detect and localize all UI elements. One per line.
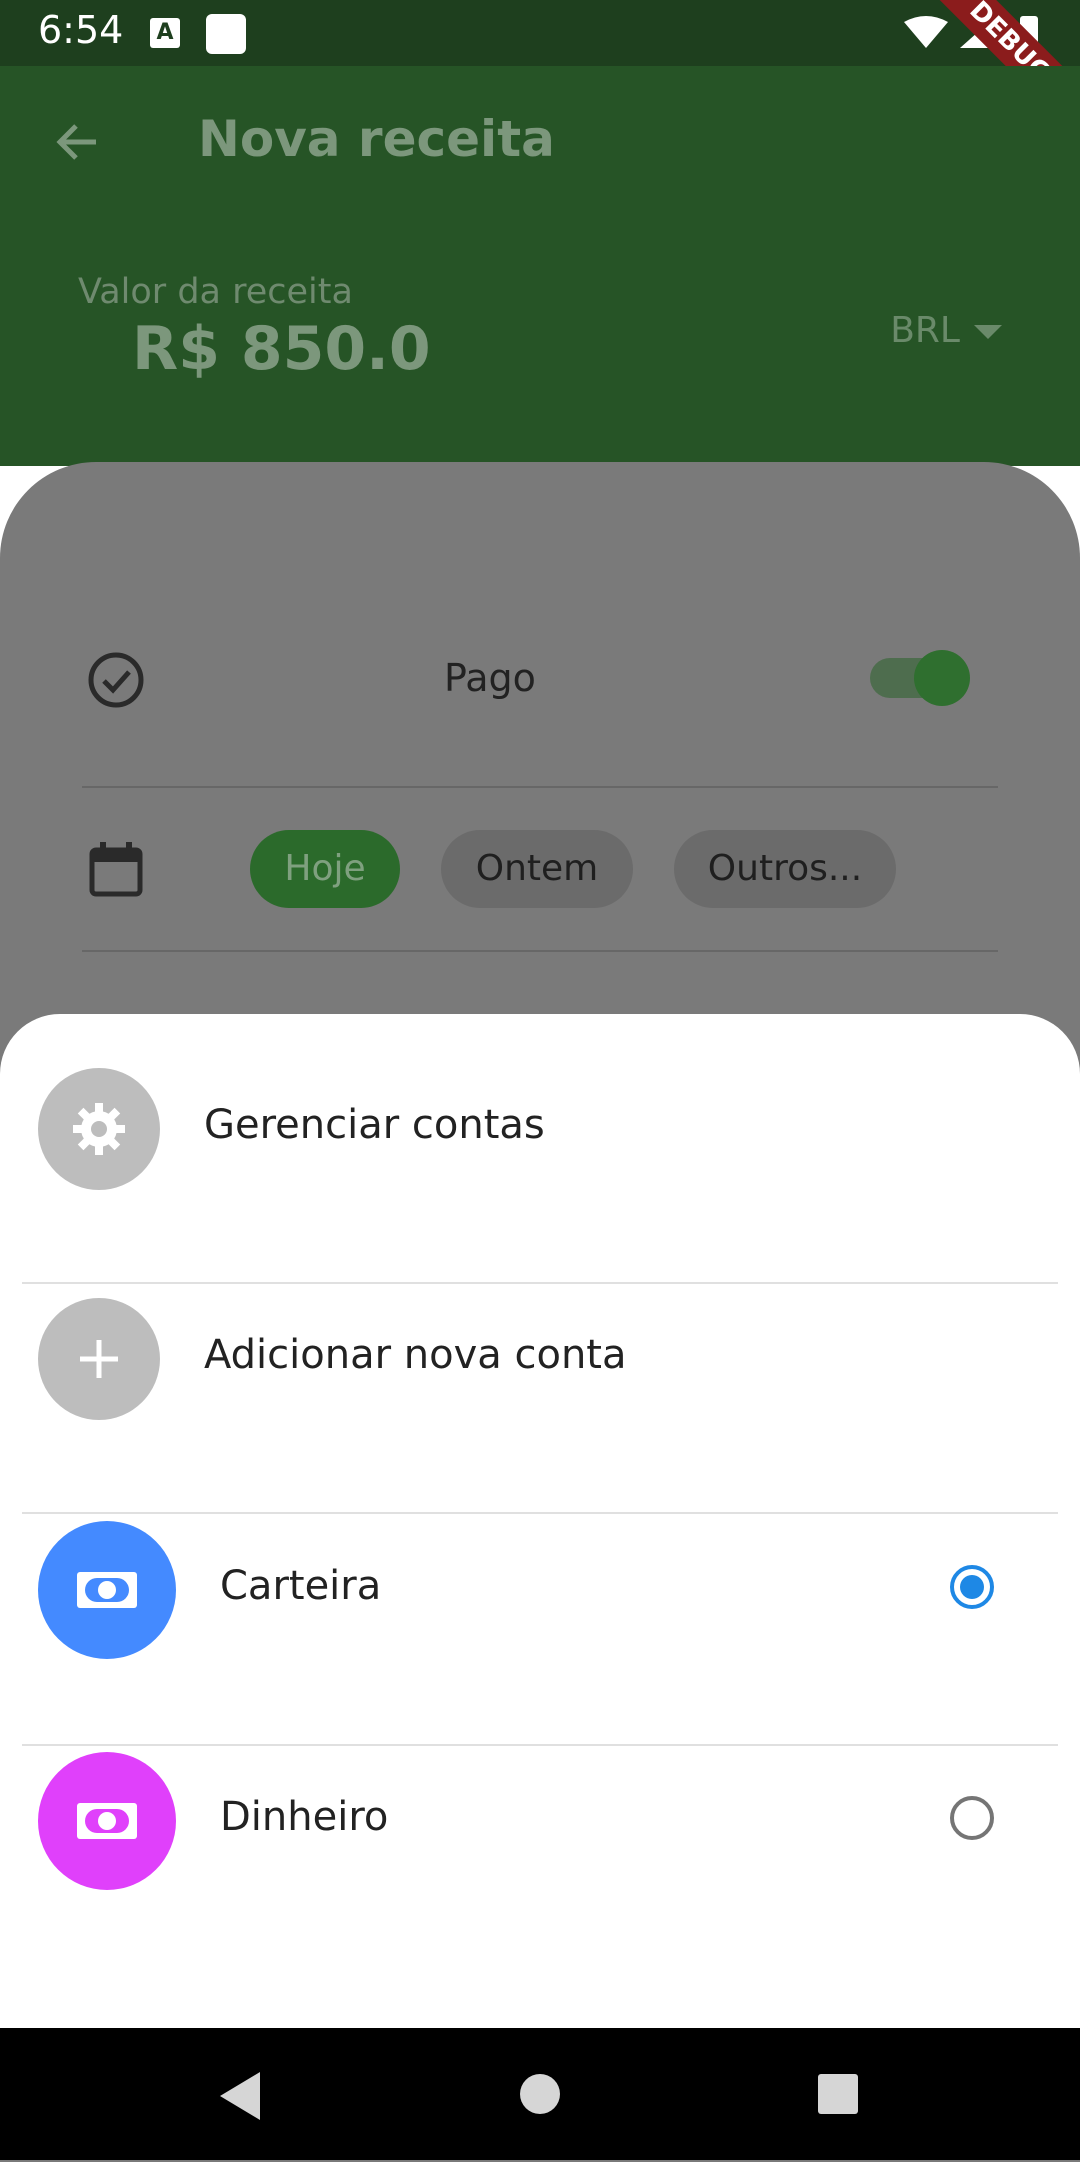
calendar-icon xyxy=(89,842,143,897)
system-nav-bar xyxy=(0,2028,1080,2160)
money-icon xyxy=(77,1803,137,1839)
notification-square-icon xyxy=(206,14,246,54)
manage-accounts-avatar xyxy=(38,1068,160,1190)
back-arrow-icon[interactable] xyxy=(48,112,108,172)
manage-accounts-item[interactable]: Gerenciar contas xyxy=(0,1014,1080,1244)
add-account-item[interactable]: Adicionar nova conta xyxy=(0,1244,1080,1474)
chip-other[interactable]: Outros... xyxy=(674,830,896,908)
app-bar: Nova receita Valor da receita R$ 850.0 B… xyxy=(0,66,1080,466)
gear-icon xyxy=(73,1103,125,1155)
manage-accounts-label: Gerenciar contas xyxy=(204,1102,545,1148)
account-label: Carteira xyxy=(220,1563,382,1609)
currency-value: BRL xyxy=(890,310,960,351)
add-account-avatar xyxy=(38,1298,160,1420)
amount-value[interactable]: R$ 850.0 xyxy=(132,314,431,384)
nav-recents-icon[interactable] xyxy=(818,2074,858,2114)
dropdown-caret-icon xyxy=(974,325,1002,339)
money-icon xyxy=(77,1572,137,1608)
account-sheet: Gerenciar contas Adicionar nova conta Ca… xyxy=(0,1014,1080,2028)
plus-icon xyxy=(80,1340,118,1378)
account-item-carteira[interactable]: Carteira xyxy=(0,1475,1080,1705)
chip-today[interactable]: Hoje xyxy=(250,830,400,908)
paid-toggle-thumb[interactable] xyxy=(914,650,970,706)
amount-label: Valor da receita xyxy=(78,272,353,312)
nav-home-icon[interactable] xyxy=(520,2074,560,2114)
check-circle-icon xyxy=(88,652,144,708)
account-radio-selected[interactable] xyxy=(950,1565,994,1609)
add-account-label: Adicionar nova conta xyxy=(204,1332,627,1378)
nav-back-icon[interactable] xyxy=(220,2072,260,2120)
chip-yesterday[interactable]: Ontem xyxy=(441,830,633,908)
account-avatar xyxy=(38,1752,176,1890)
divider xyxy=(82,786,998,788)
divider xyxy=(82,950,998,952)
wifi-icon xyxy=(904,16,948,48)
currency-select[interactable]: BRL xyxy=(890,310,1002,351)
paid-label: Pago xyxy=(444,656,536,700)
status-bar: 6:54 A DEBUG xyxy=(0,0,1080,149)
status-time: 6:54 xyxy=(38,8,124,52)
page-title: Nova receita xyxy=(198,110,555,168)
account-item-dinheiro[interactable]: Dinheiro xyxy=(0,1706,1080,1936)
account-radio[interactable] xyxy=(950,1796,994,1840)
notification-icon: A xyxy=(150,18,180,48)
account-avatar xyxy=(38,1521,176,1659)
account-label: Dinheiro xyxy=(220,1794,389,1840)
